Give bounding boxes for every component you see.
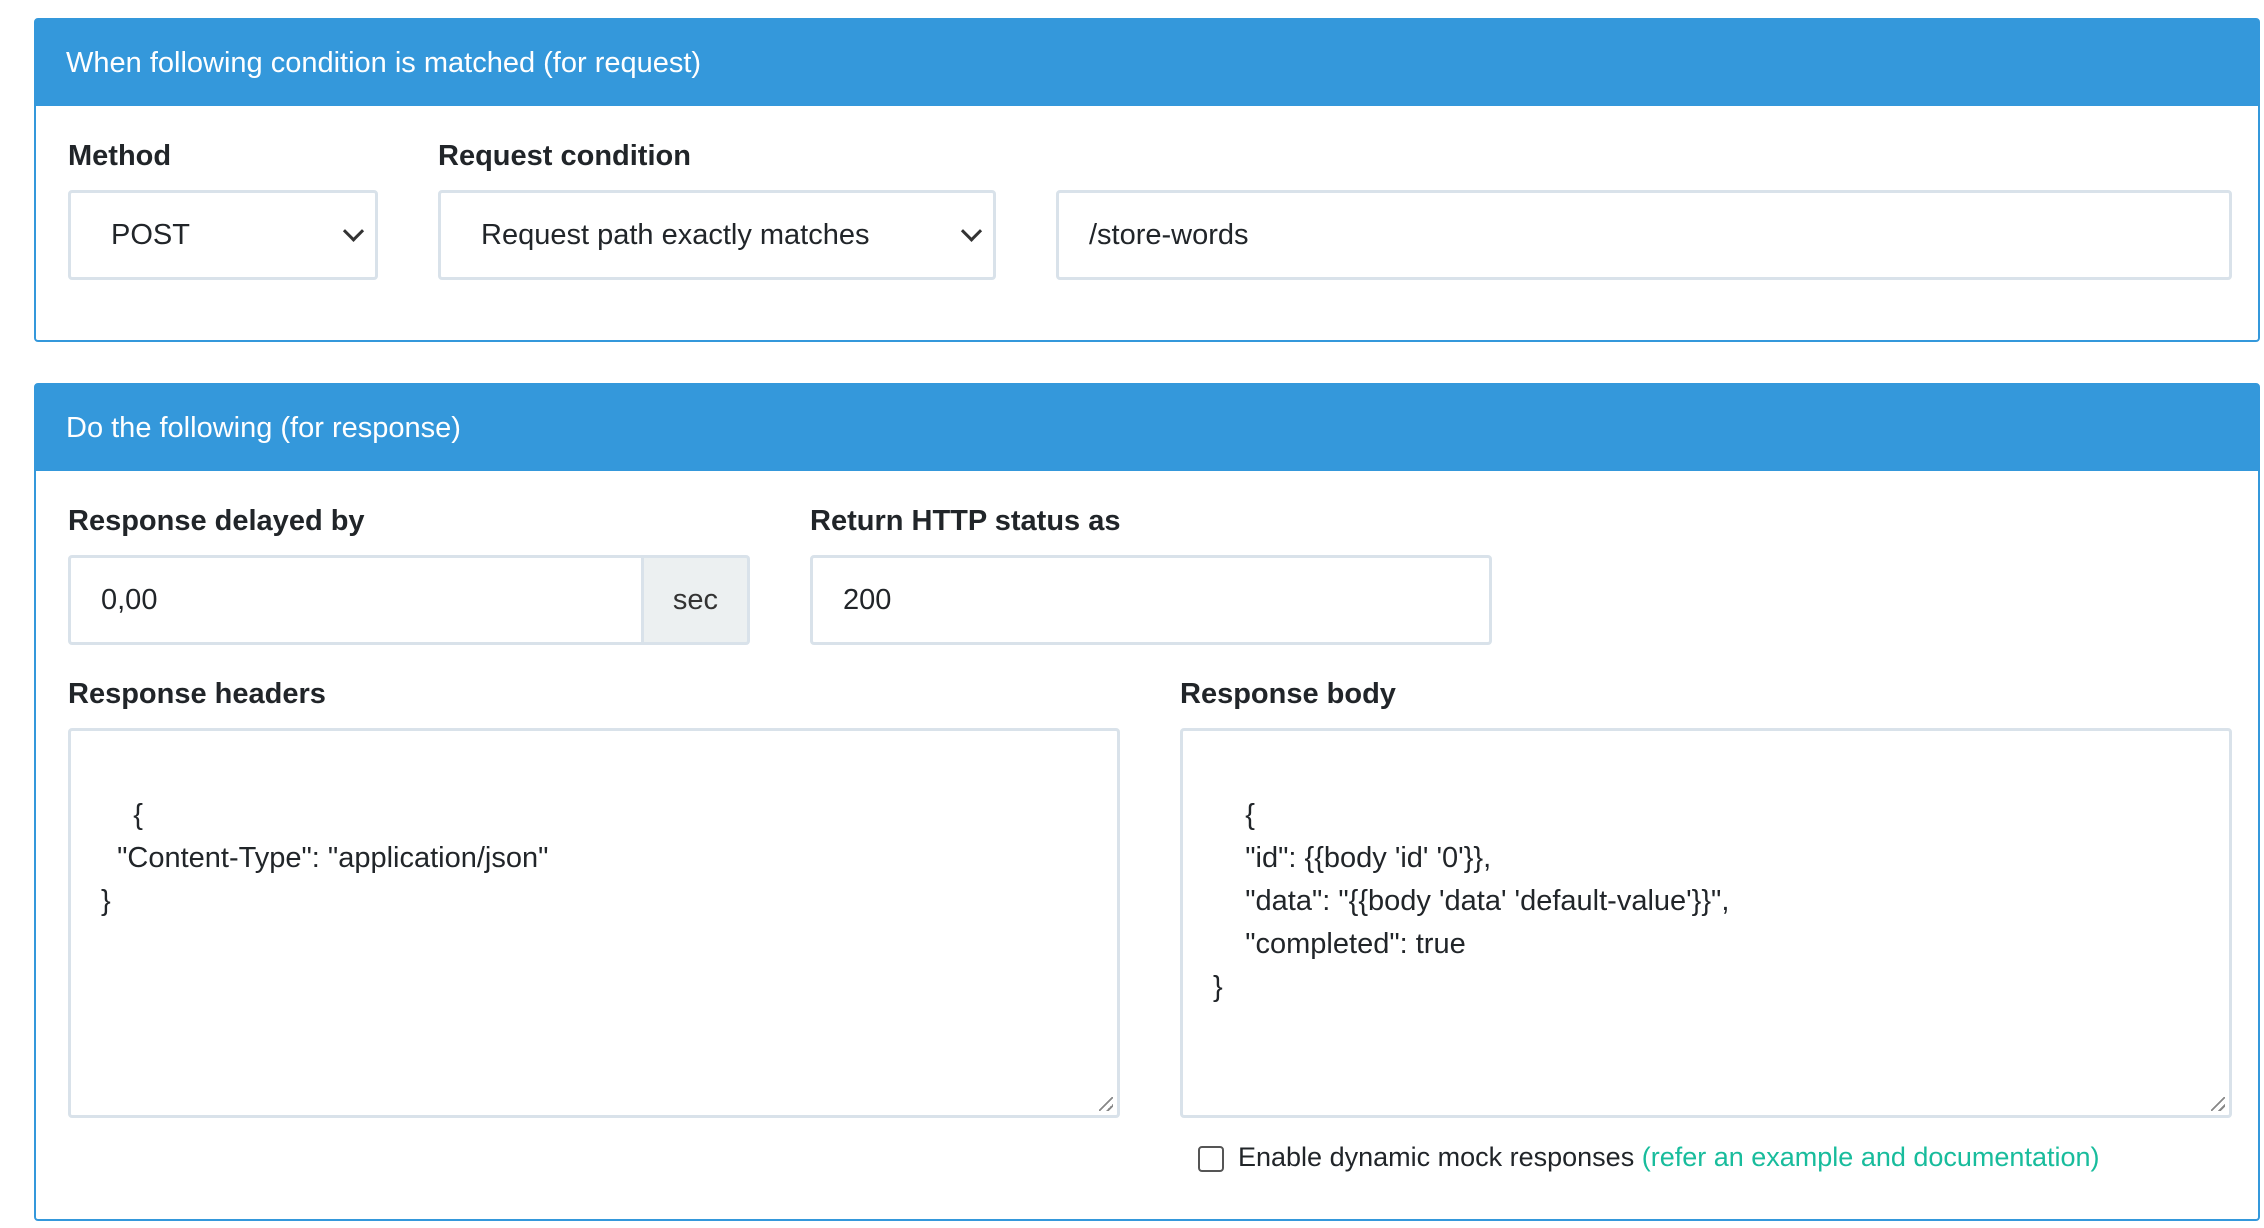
dynamic-mock-text: Enable dynamic mock responses [1238,1142,1635,1172]
response-headers-content: { "Content-Type": "application/json" } [101,799,549,917]
chevron-down-icon [342,220,365,242]
response-body-content: { "id": {{body 'id' '0'}}, "data": "{{bo… [1213,799,1730,1003]
http-status-label: Return HTTP status as [810,505,1121,537]
chevron-down-icon [960,220,983,242]
response-headers-textarea[interactable]: { "Content-Type": "application/json" } [68,728,1120,1118]
response-body-label: Response body [1180,678,1396,710]
response-headers-label: Response headers [68,678,326,710]
response-delay-value: 0,00 [101,583,158,616]
request-panel-header: When following condition is matched (for… [36,20,2258,106]
request-path-value: /store-words [1089,218,1249,251]
response-panel: Do the following (for response) Response… [34,383,2260,1221]
response-delay-label: Response delayed by [68,505,365,537]
response-body-textarea[interactable]: { "id": {{body 'id' '0'}}, "data": "{{bo… [1180,728,2232,1118]
dynamic-mock-label[interactable]: Enable dynamic mock responses (refer an … [1238,1142,2099,1173]
response-panel-header: Do the following (for response) [36,385,2258,471]
method-select-value: POST [111,218,190,251]
request-condition-label: Request condition [438,140,691,172]
request-condition-value: Request path exactly matches [481,218,870,251]
method-select[interactable]: POST [68,190,378,280]
documentation-link[interactable]: (refer an example and documentation) [1642,1142,2100,1172]
http-status-input[interactable]: 200 [810,555,1492,645]
request-condition-select[interactable]: Request path exactly matches [438,190,996,280]
method-label: Method [68,140,172,172]
request-condition-panel: When following condition is matched (for… [34,18,2260,342]
dynamic-mock-checkbox[interactable] [1198,1146,1224,1172]
resize-handle-icon[interactable] [2211,1097,2225,1111]
resize-handle-icon[interactable] [1099,1097,1113,1111]
http-status-value: 200 [843,583,892,616]
response-delay-input[interactable]: 0,00 [68,555,644,645]
request-path-input[interactable]: /store-words [1056,190,2232,280]
delay-unit-addon: sec [644,555,750,645]
